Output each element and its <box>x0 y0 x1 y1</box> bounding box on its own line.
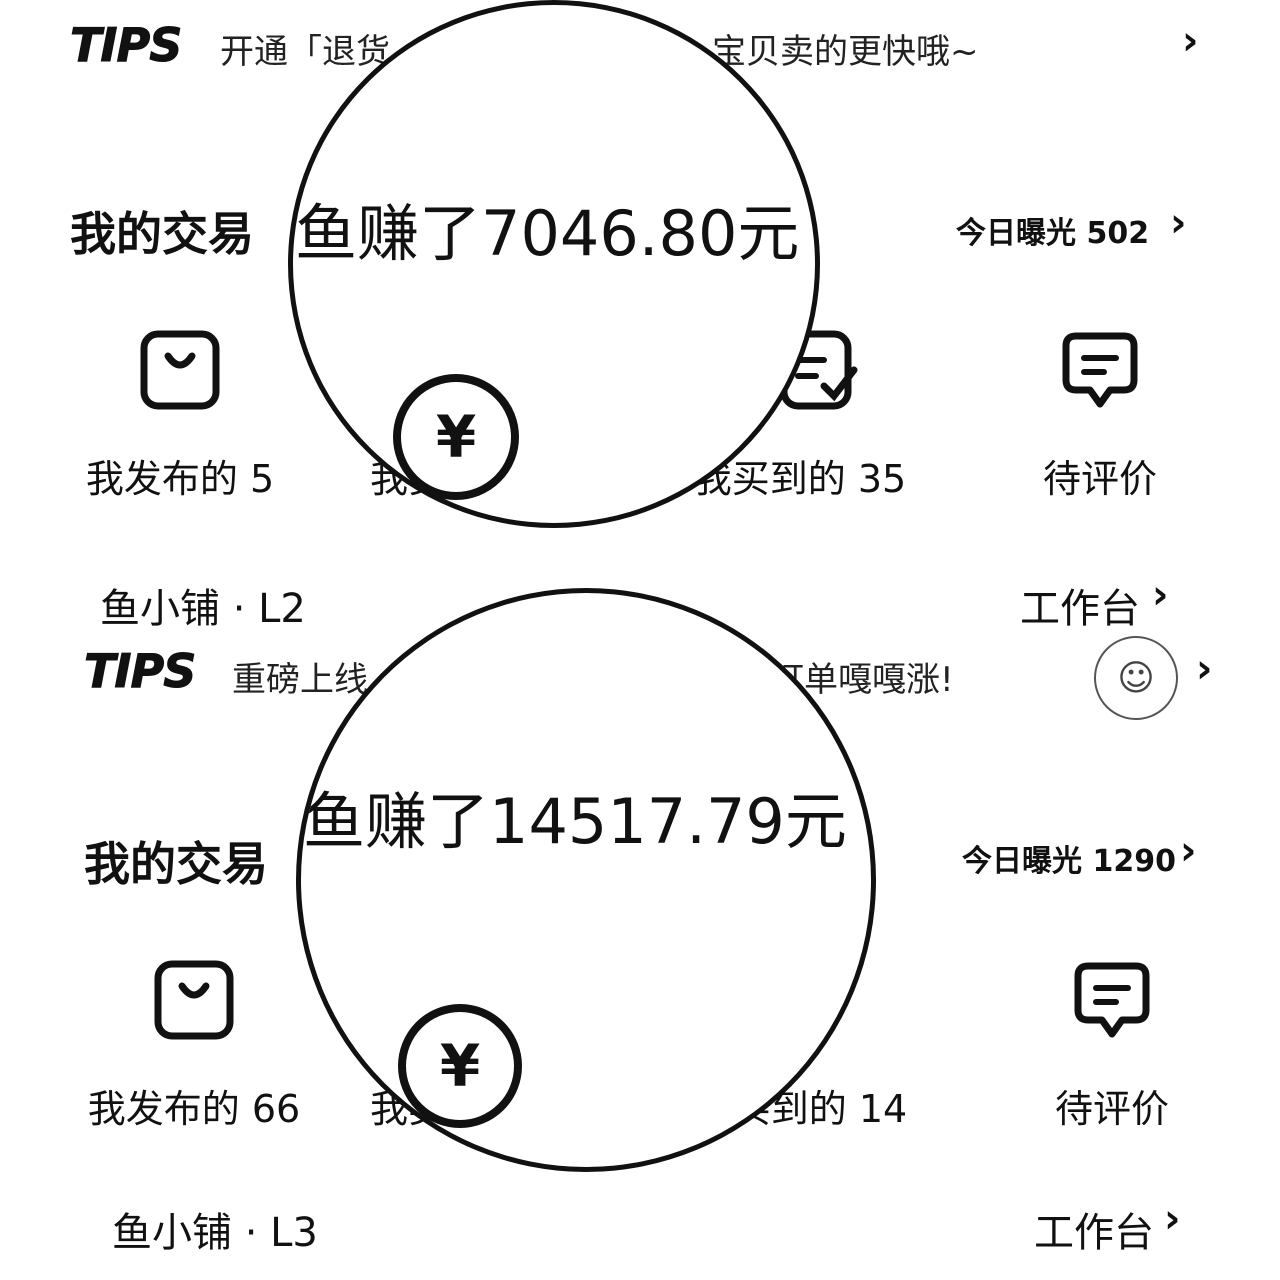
chevron-right-icon[interactable]: › <box>1196 646 1212 692</box>
chevron-right-icon[interactable]: › <box>1180 828 1196 874</box>
quick-action-label: 我发布的 66 <box>87 1087 301 1131</box>
today-exposure-link[interactable]: 今日曝光 1290 <box>962 836 1176 880</box>
workbench-link[interactable]: 工作台 <box>1020 576 1140 634</box>
shop-level[interactable]: 鱼小铺 · L3 <box>112 1200 318 1258</box>
tips-banner-text[interactable]: 开通「退货 <box>220 24 390 73</box>
yen-coin-icon: ¥ <box>393 374 519 500</box>
magnifier-lens: 鱼赚了7046.80元 <box>288 0 820 528</box>
tips-logo: TIPS <box>83 644 196 699</box>
today-exposure-link[interactable]: 今日曝光 502 <box>956 208 1149 252</box>
magnifier-lens: 鱼赚了14517.79元 <box>296 588 876 1172</box>
chat-bubble-icon <box>1062 332 1138 408</box>
chevron-right-icon[interactable]: › <box>1152 572 1168 618</box>
yen-coin-icon: ¥ <box>398 1004 522 1128</box>
chat-bubble-icon <box>1074 962 1150 1038</box>
tips-logo: TIPS <box>69 18 182 73</box>
section-title: 我的交易 <box>84 837 268 891</box>
quick-action-label: 我发布的 5 <box>85 457 275 501</box>
quick-action-label: 待评价 <box>1042 457 1157 501</box>
chevron-right-icon[interactable]: › <box>1182 18 1198 64</box>
shopping-bag-icon <box>140 330 220 410</box>
earned-amount: 鱼赚了14517.79元 <box>303 785 847 858</box>
shopping-bag-icon <box>154 960 234 1040</box>
section-title: 我的交易 <box>70 207 254 261</box>
avatar-icon[interactable]: ☺ <box>1094 636 1178 720</box>
earned-amount: 鱼赚了7046.80元 <box>295 197 800 270</box>
transaction-panel-1: TIPS 开通「退货 宝贝卖的更快哦~ › 我的交易 今日曝光 502 › 我发… <box>0 0 1280 632</box>
tips-banner-text[interactable]: 重磅上线 <box>232 652 368 701</box>
shop-level[interactable]: 鱼小铺 · L2 <box>100 576 306 634</box>
chevron-right-icon[interactable]: › <box>1164 1196 1180 1242</box>
transaction-panel-2: TIPS 重磅上线 订单嘎嘎涨! ☺ › 我的交易 今日曝光 1290 › 我发… <box>0 588 1280 1280</box>
tips-banner-text-tail[interactable]: 宝贝卖的更快哦~ <box>712 24 979 73</box>
quick-action-label: 待评价 <box>1054 1087 1169 1131</box>
chevron-right-icon[interactable]: › <box>1170 200 1186 246</box>
workbench-link[interactable]: 工作台 <box>1034 1200 1154 1258</box>
